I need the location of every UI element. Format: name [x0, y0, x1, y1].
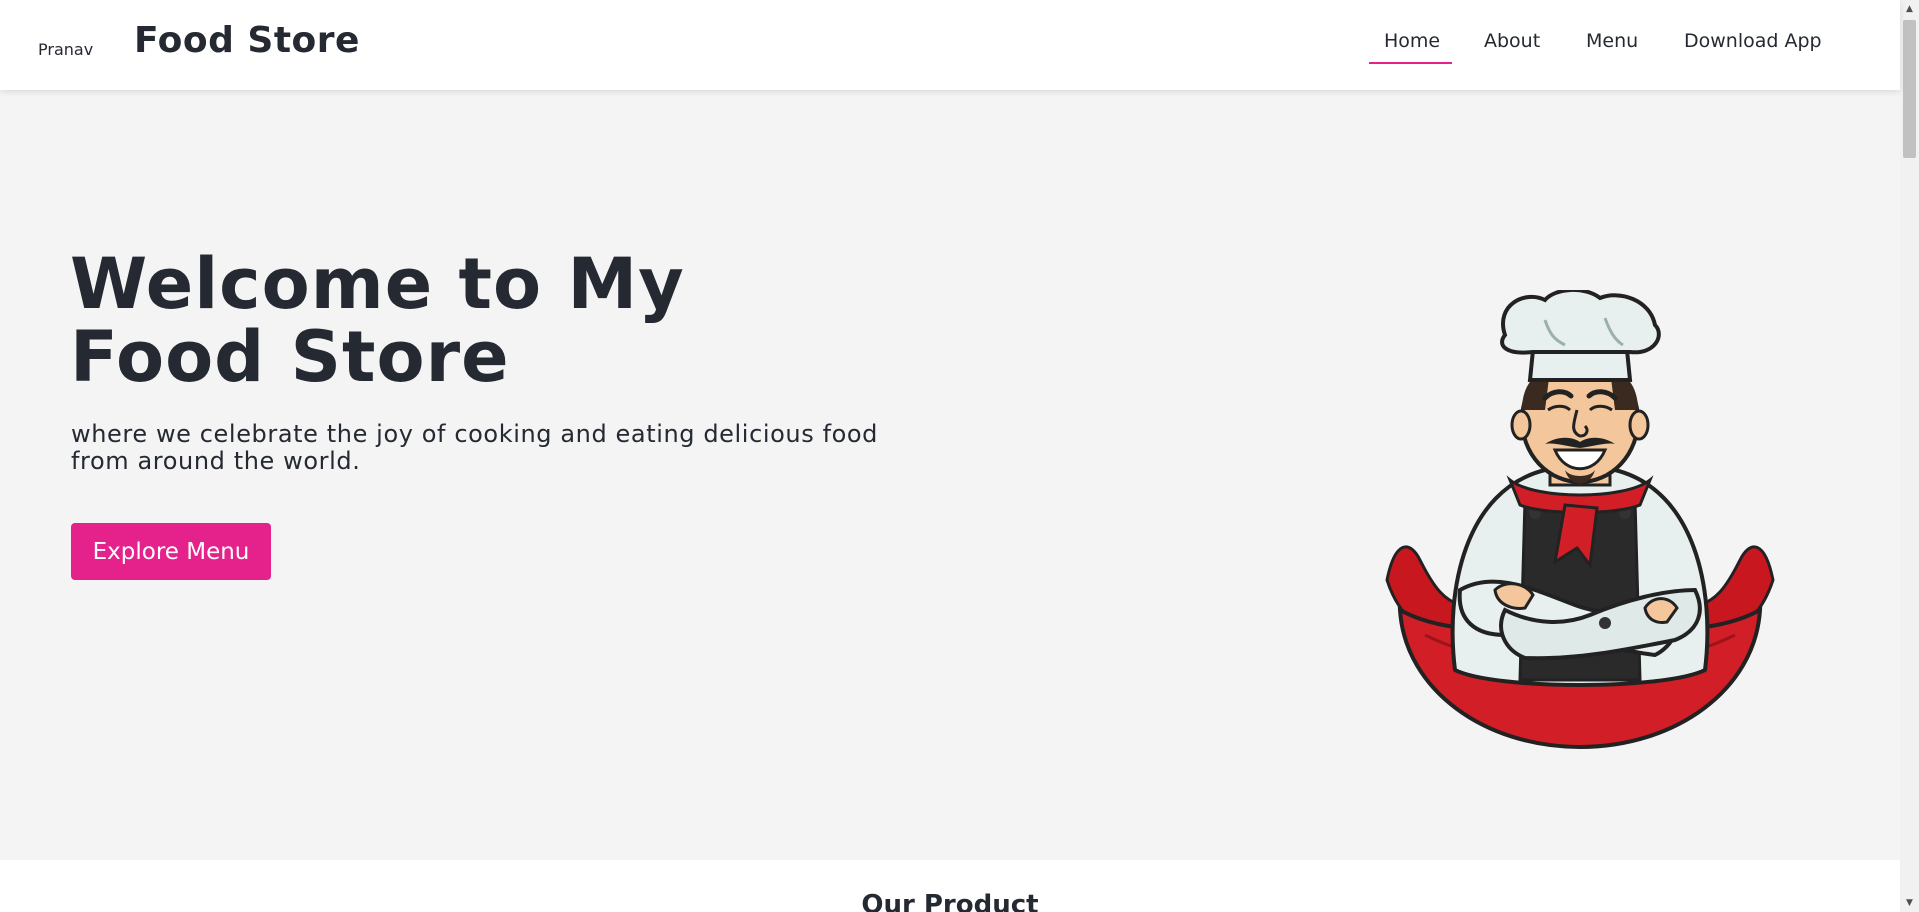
section-title: Our Product: [861, 890, 1039, 912]
hero-subtitle: where we celebrate the joy of cooking an…: [71, 420, 879, 475]
page-scrollbar[interactable]: ▲ ▼: [1900, 0, 1919, 912]
explore-menu-button[interactable]: Explore Menu: [71, 523, 271, 580]
hero-title: Welcome to My Food Store: [70, 243, 685, 398]
nav-download-app[interactable]: Download App: [1684, 30, 1822, 66]
scrollbar-thumb[interactable]: [1903, 20, 1916, 158]
nav-about[interactable]: About: [1484, 30, 1540, 66]
nav-menu[interactable]: Menu: [1586, 30, 1638, 66]
hero-section: Welcome to My Food Store where we celebr…: [0, 90, 1900, 860]
chef-mascot-image: [1385, 290, 1775, 750]
chevron-up-icon[interactable]: ▲: [1900, 0, 1919, 18]
main-nav: Home About Menu Download App: [0, 30, 1900, 70]
active-nav-underline: [1369, 62, 1452, 64]
site-header: Pranav Food Store Home About Menu Downlo…: [0, 0, 1900, 90]
products-section: Our Product: [0, 860, 1900, 912]
nav-home[interactable]: Home: [1384, 30, 1440, 66]
chevron-down-icon[interactable]: ▼: [1900, 894, 1919, 912]
